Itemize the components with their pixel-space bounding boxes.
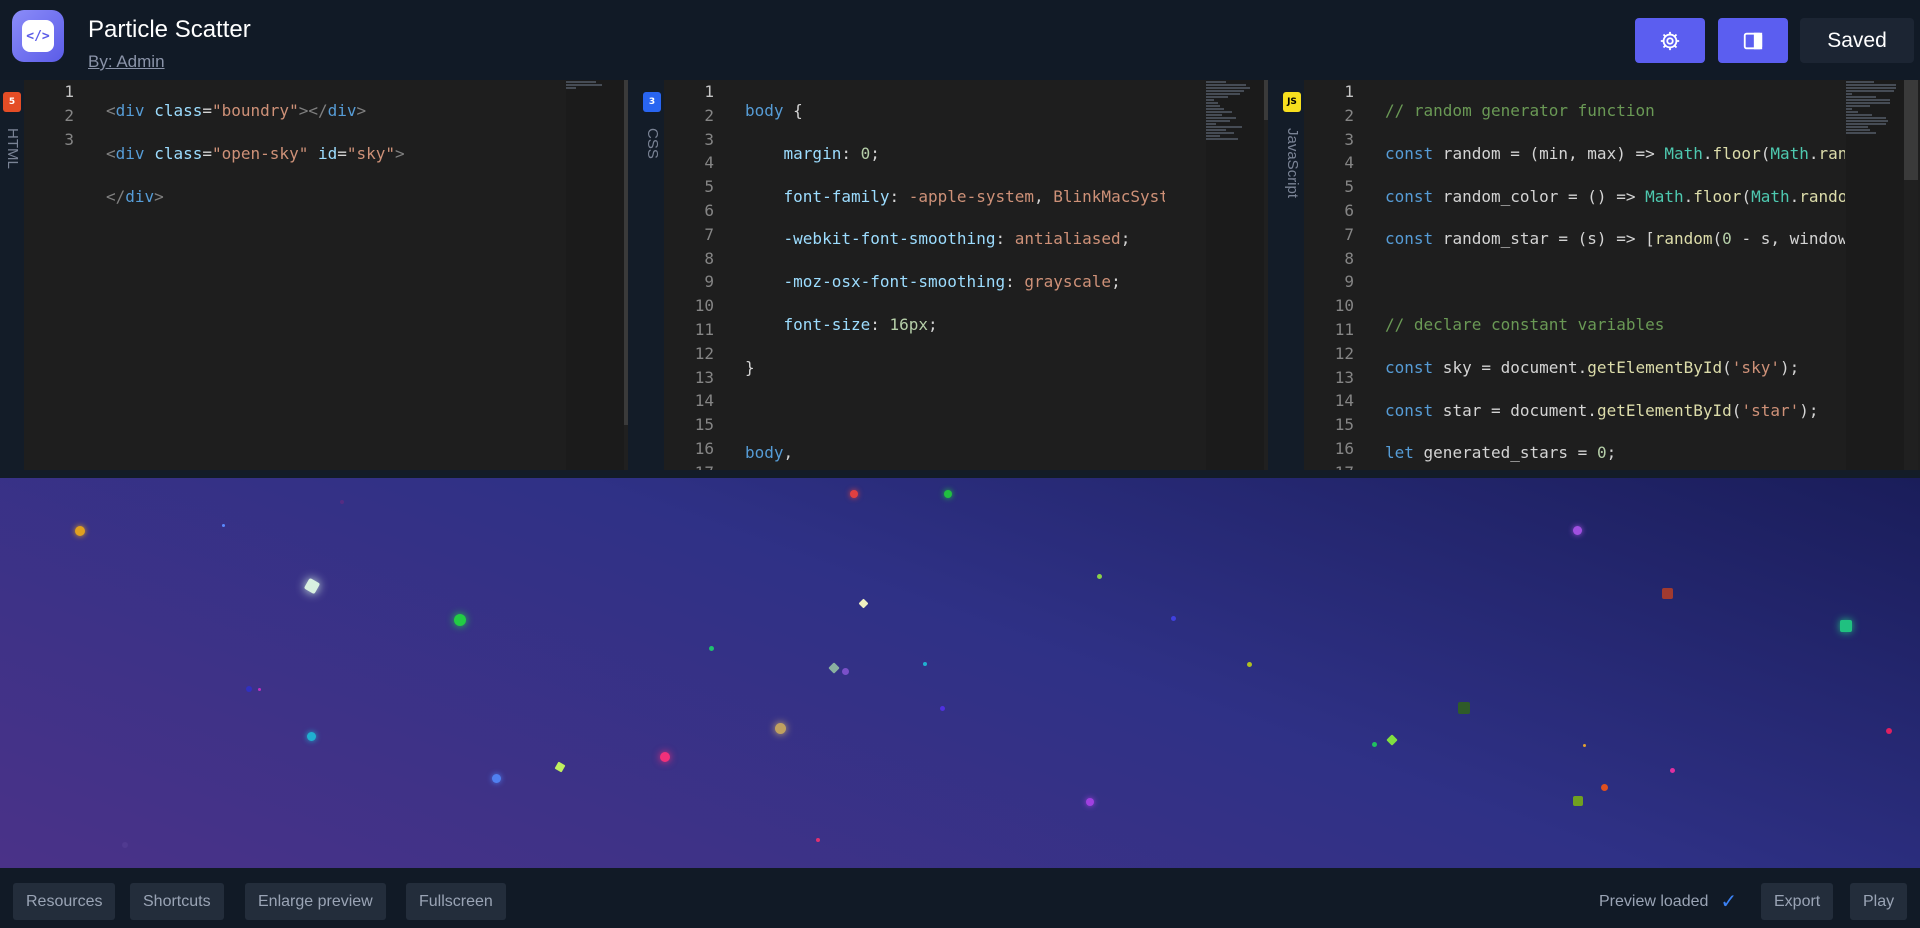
html-editor[interactable]: 5 HTML 123 <div class="boundry"></div> <… xyxy=(0,80,640,470)
logo[interactable]: </> xyxy=(12,10,64,62)
star-particle xyxy=(1573,796,1583,806)
star-particle xyxy=(1386,734,1398,746)
star-particle xyxy=(1171,616,1176,621)
star-particle xyxy=(850,490,858,498)
pane-splitter-2[interactable] xyxy=(1268,80,1280,470)
layout-icon xyxy=(1743,32,1763,49)
star-particle xyxy=(775,723,786,734)
html-code[interactable]: <div class="boundry"></div> <div class="… xyxy=(106,80,405,470)
check-icon: ✓ xyxy=(1720,891,1738,913)
star-particle xyxy=(340,500,344,504)
star-particle xyxy=(923,662,927,666)
layout-button[interactable] xyxy=(1718,18,1788,63)
star-particle xyxy=(858,598,869,609)
js-pane-label: JavaScript xyxy=(1284,128,1301,199)
shortcuts-button[interactable]: Shortcuts xyxy=(130,883,224,920)
css-minimap[interactable] xyxy=(1206,80,1264,470)
editor-preview-splitter[interactable] xyxy=(0,470,1920,478)
code-icon: </> xyxy=(22,20,54,52)
resources-button[interactable]: Resources xyxy=(13,883,116,920)
editor-area: 5 HTML 123 <div class="boundry"></div> <… xyxy=(0,80,1920,470)
project-title: Particle Scatter xyxy=(88,16,251,43)
star-particle xyxy=(75,526,85,536)
star-particle xyxy=(940,706,945,711)
star-particle xyxy=(1583,744,1586,747)
js-code[interactable]: // random generator function const rando… xyxy=(1385,80,1845,470)
export-button[interactable]: Export xyxy=(1761,883,1834,920)
star-particle xyxy=(660,752,670,762)
settings-button[interactable] xyxy=(1635,18,1705,63)
star-particle xyxy=(1886,728,1892,734)
css3-icon: 3 xyxy=(643,92,661,112)
preview-status-text: Preview loaded xyxy=(1599,892,1709,910)
star-particle xyxy=(1670,768,1675,773)
html-minimap[interactable] xyxy=(566,80,624,470)
html-pane-sidebar[interactable]: 5 HTML xyxy=(0,80,24,470)
js-editor[interactable]: JS JavaScript 1234567891011121314151617 … xyxy=(1280,80,1920,470)
fullscreen-button[interactable]: Fullscreen xyxy=(406,883,506,920)
star-particle xyxy=(828,662,840,674)
star-particle xyxy=(246,686,252,692)
header: </> Particle Scatter By: Admin Saved xyxy=(0,0,1920,80)
star-particle xyxy=(944,490,952,498)
saved-button[interactable]: Saved xyxy=(1800,18,1914,63)
star-particle xyxy=(816,838,820,842)
star-particle xyxy=(1086,798,1094,806)
pane-splitter-1[interactable] xyxy=(628,80,640,470)
line-numbers: 1234567891011121314151617 xyxy=(694,82,714,470)
js-minimap[interactable] xyxy=(1846,80,1904,470)
star-particle xyxy=(709,646,714,651)
star-particle xyxy=(1573,526,1582,535)
star-particle xyxy=(554,761,566,773)
star-particle xyxy=(1601,784,1608,791)
enlarge-preview-button[interactable]: Enlarge preview xyxy=(245,883,386,920)
star-particle xyxy=(307,732,316,741)
preview-pane[interactable] xyxy=(0,478,1920,868)
star-particle xyxy=(842,668,849,675)
html5-icon: 5 xyxy=(3,92,21,112)
footer: Resources Shortcuts Enlarge preview Full… xyxy=(0,868,1920,928)
line-numbers: 123 xyxy=(64,82,74,149)
star-particle xyxy=(222,524,225,527)
star-particle xyxy=(1840,620,1852,632)
star-particle xyxy=(1662,588,1673,599)
js-icon: JS xyxy=(1283,92,1301,112)
preview-status: Preview loaded ✓ xyxy=(1599,883,1737,920)
star-particle xyxy=(122,842,128,848)
line-numbers: 1234567891011121314151617 xyxy=(1334,82,1354,470)
css-pane-sidebar[interactable]: 3 CSS xyxy=(640,80,664,470)
css-code[interactable]: body { margin: 0; font-family: -apple-sy… xyxy=(745,80,1165,470)
star-particle xyxy=(492,774,501,783)
star-particle xyxy=(1097,574,1102,579)
star-particle xyxy=(1372,742,1377,747)
gear-icon xyxy=(1660,31,1680,50)
star-particle xyxy=(1458,702,1470,714)
css-pane-label: CSS xyxy=(644,128,661,159)
js-pane-sidebar[interactable]: JS JavaScript xyxy=(1280,80,1304,470)
html-pane-label: HTML xyxy=(4,128,21,169)
star-particle xyxy=(1247,662,1252,667)
star-particle xyxy=(454,614,466,626)
play-button[interactable]: Play xyxy=(1850,883,1908,920)
star-particle xyxy=(258,688,261,691)
star-particle xyxy=(303,577,321,595)
js-scrollbar[interactable] xyxy=(1904,80,1918,470)
author-link[interactable]: By: Admin xyxy=(88,52,165,72)
css-editor[interactable]: 3 CSS 1234567891011121314151617 body { m… xyxy=(640,80,1280,470)
